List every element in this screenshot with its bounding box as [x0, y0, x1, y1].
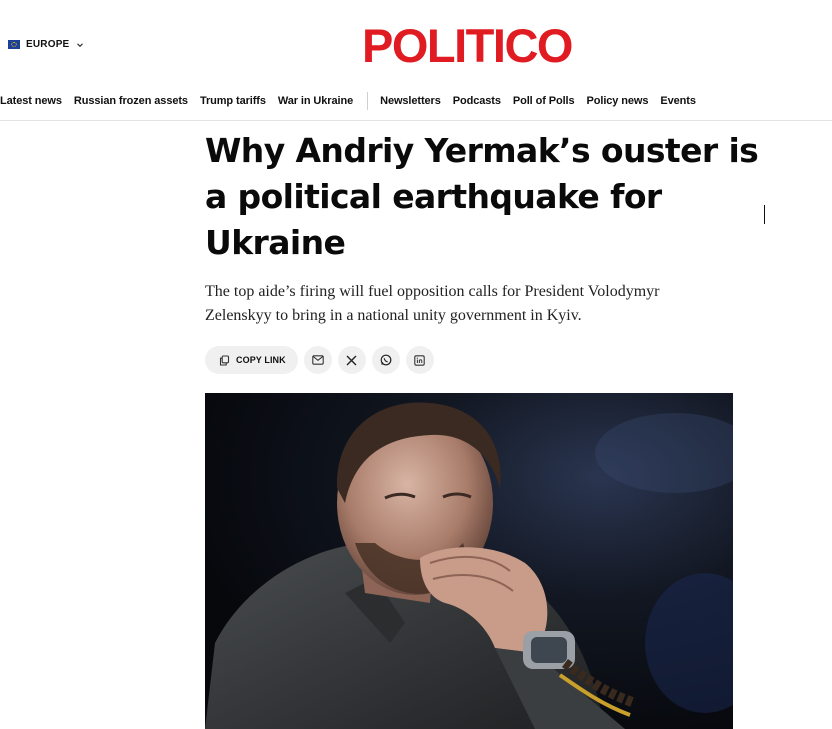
eu-flag-icon	[8, 40, 20, 49]
email-share-button[interactable]	[303, 346, 332, 374]
nav-item-podcasts[interactable]: Podcasts	[453, 95, 501, 107]
nav-item-russian-frozen-assets[interactable]: Russian frozen assets	[74, 95, 188, 107]
article-dek: The top aide’s firing will fuel oppositi…	[205, 283, 660, 324]
politico-logo[interactable]: POLITICO	[362, 20, 573, 72]
nav-item-trump-tariffs[interactable]: Trump tariffs	[200, 95, 266, 107]
link-icon	[219, 354, 230, 366]
copy-link-button[interactable]: COPY LINK	[205, 346, 298, 374]
linkedin-icon	[414, 354, 425, 366]
hero-photo-illustration	[205, 393, 733, 729]
nav-item-war-in-ukraine[interactable]: War in Ukraine	[278, 95, 353, 107]
share-bar: COPY LINK	[205, 346, 434, 374]
x-share-button[interactable]	[337, 346, 366, 374]
edition-selector[interactable]: EUROPE	[8, 39, 85, 50]
whatsapp-share-button[interactable]	[371, 346, 400, 374]
nav-item-newsletters[interactable]: Newsletters	[380, 95, 441, 107]
copy-link-label: COPY LINK	[236, 355, 286, 365]
text-cursor	[764, 205, 765, 224]
chevron-down-icon	[77, 42, 84, 47]
nav-item-latest-news[interactable]: Latest news	[0, 95, 62, 107]
article-headline: Why Andriy Yermak’s ouster is a politica…	[205, 131, 759, 262]
x-icon	[346, 355, 357, 365]
nav-item-policy-news[interactable]: Policy news	[587, 95, 649, 107]
email-icon	[312, 355, 324, 365]
whatsapp-icon	[380, 354, 392, 366]
article-page: EUROPE POLITICO Latest news Russian froz…	[0, 0, 832, 729]
nav-divider	[367, 92, 369, 110]
nav-item-poll-of-polls[interactable]: Poll of Polls	[513, 95, 575, 107]
nav-item-events[interactable]: Events	[660, 95, 696, 107]
main-nav: Latest news Russian frozen assets Trump …	[0, 90, 708, 112]
header-divider	[0, 120, 832, 121]
edition-label: EUROPE	[26, 39, 70, 50]
linkedin-share-button[interactable]	[405, 346, 434, 374]
hero-photo	[205, 393, 733, 729]
